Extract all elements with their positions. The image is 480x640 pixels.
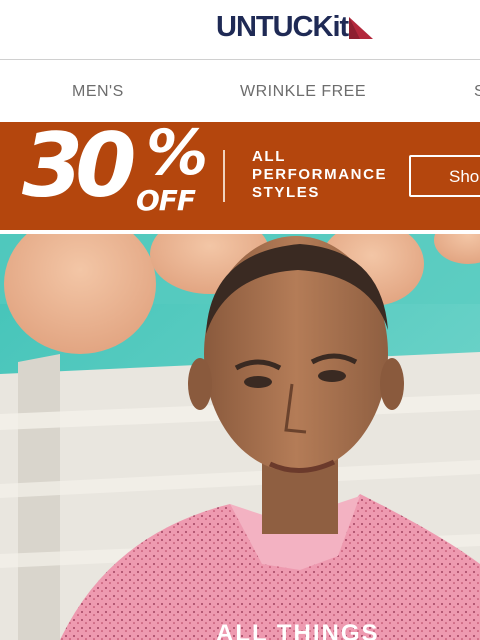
- promo-banner[interactable]: 30 % OFF ALL PERFORMANCE STYLES Shop: [0, 122, 480, 230]
- logo-triangle-icon: [349, 17, 374, 39]
- promo-copy: ALL PERFORMANCE STYLES: [252, 148, 387, 202]
- promo-off-label: OFF: [136, 184, 196, 217]
- logo-text-upper: UNTUCK: [216, 11, 333, 43]
- hero-image: [0, 234, 480, 640]
- promo-line-2: PERFORMANCE: [252, 166, 388, 183]
- promo-discount-number: 30: [22, 122, 137, 217]
- hero-headline: ALL THINGS: [216, 620, 380, 640]
- promo-line-1: ALL: [252, 148, 286, 165]
- logo-wordmark: UNTUCKit: [216, 11, 349, 43]
- category-nav: MEN'S WRINKLE FREE S: [0, 61, 480, 121]
- promo-percent-sign: %: [146, 122, 209, 189]
- nav-item-mens[interactable]: MEN'S: [72, 83, 124, 101]
- promo-divider: [223, 150, 225, 202]
- promo-line-3: STYLES: [252, 184, 320, 201]
- shop-button[interactable]: Shop: [409, 155, 480, 197]
- nav-item-wrinkle-free[interactable]: WRINKLE FREE: [240, 83, 366, 101]
- brand-logo[interactable]: UNTUCKit: [216, 12, 374, 42]
- hero-banner[interactable]: ALL THINGS: [0, 234, 480, 640]
- logo-text-lower: it: [332, 11, 349, 43]
- nav-item-partial[interactable]: S: [474, 83, 480, 101]
- site-header: UNTUCKit: [0, 0, 480, 60]
